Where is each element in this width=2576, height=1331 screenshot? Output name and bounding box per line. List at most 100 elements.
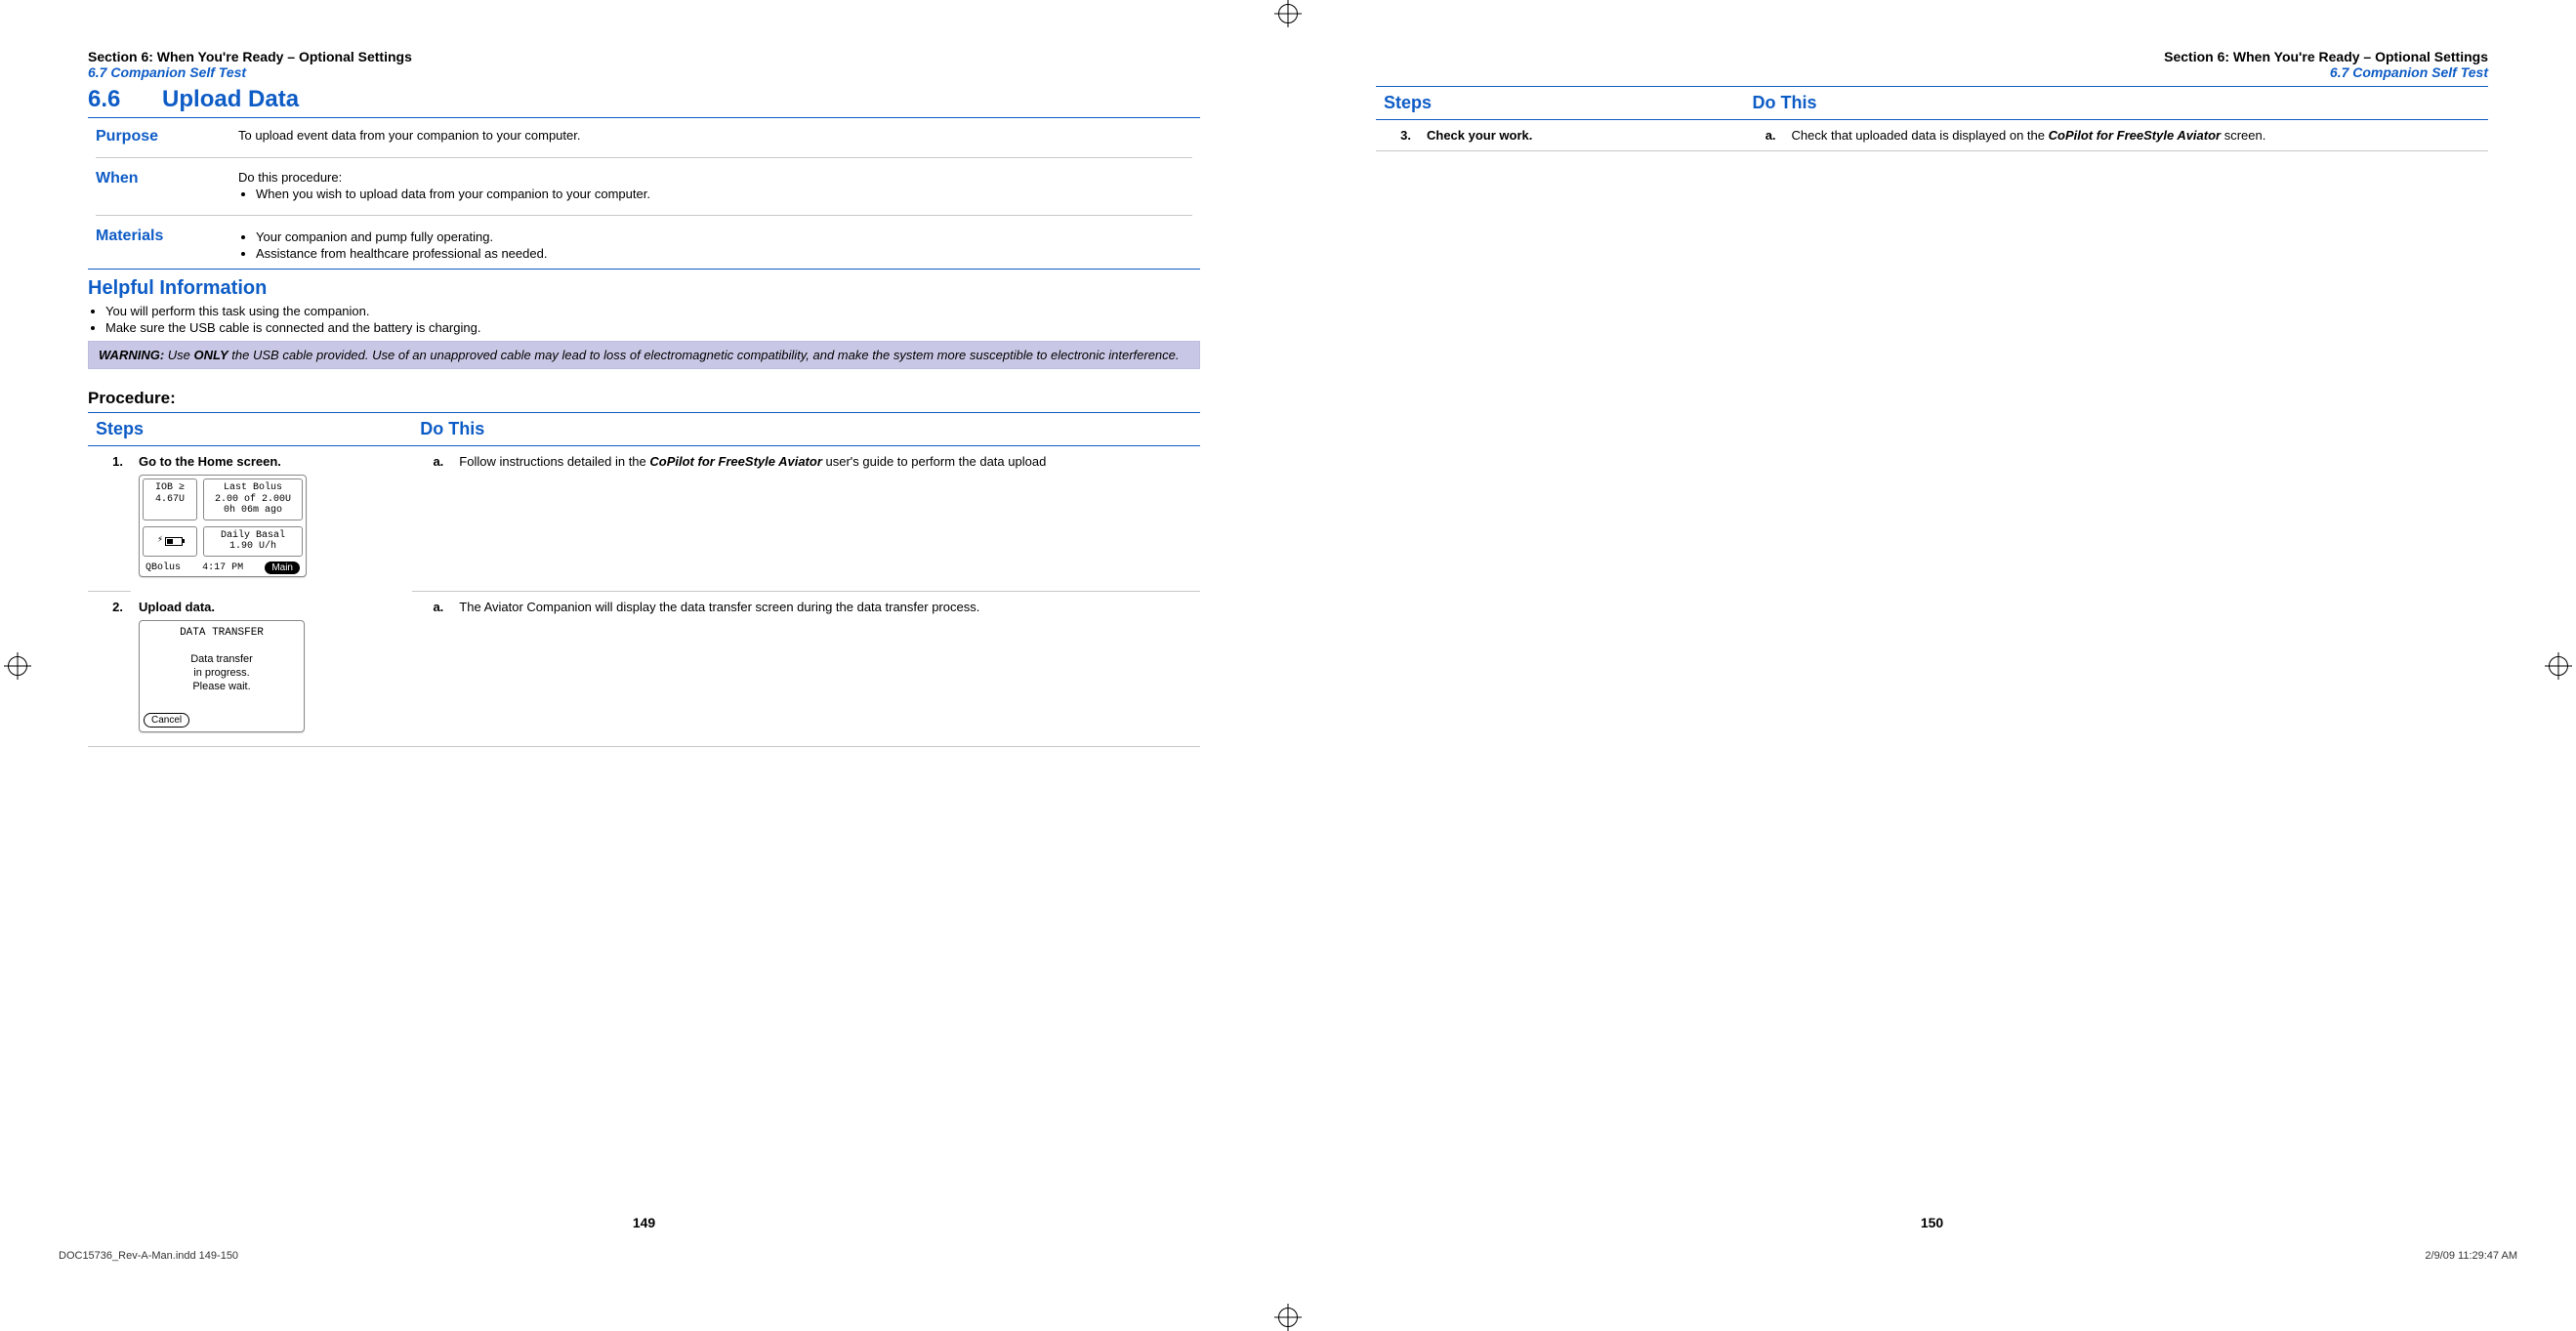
slug-line-left: DOC15736_Rev-A-Man.indd 149-150 bbox=[59, 1250, 1171, 1262]
battery-cell: ⚡ bbox=[143, 526, 197, 557]
running-header-left: Section 6: When You're Ready – Optional … bbox=[88, 49, 1200, 80]
substep-text: Follow instructions detailed in the CoPi… bbox=[451, 446, 1200, 592]
basal-label: Daily Basal bbox=[208, 530, 298, 542]
warning-text-post: the USB cable provided. Use of an unappr… bbox=[229, 348, 1180, 362]
table-row: 1. Go to the Home screen. IOB ≥ 4.67U La… bbox=[88, 446, 1200, 592]
page-spread: Section 6: When You're Ready – Optional … bbox=[0, 0, 2576, 1269]
line: in progress. bbox=[144, 666, 300, 680]
materials-cell: Your companion and pump fully operating.… bbox=[230, 224, 1200, 267]
when-label: When bbox=[88, 166, 230, 207]
table-row: 3. Check your work. a. Check that upload… bbox=[1376, 120, 2488, 151]
rule bbox=[88, 117, 1200, 118]
step-title: Upload data. bbox=[139, 600, 404, 614]
helpful-bullet: You will perform this task using the com… bbox=[105, 304, 1200, 318]
iob-label: IOB ≥ bbox=[147, 482, 192, 494]
steps-table-right: Steps Do This 3. Check your work. a. Che… bbox=[1376, 86, 2488, 151]
screen-title: DATA TRANSFER bbox=[144, 627, 300, 639]
subsection-line: 6.7 Companion Self Test bbox=[88, 64, 1200, 80]
helpful-info-list: You will perform this task using the com… bbox=[88, 304, 1200, 335]
warning-label: WARNING: bbox=[99, 348, 164, 362]
line: Data transfer bbox=[144, 652, 300, 666]
page-150: Section 6: When You're Ready – Optional … bbox=[1288, 0, 2576, 1269]
purpose-label: Purpose bbox=[88, 124, 230, 149]
helpful-info-heading: Helpful Information bbox=[88, 277, 1200, 300]
title-number: 6.6 bbox=[88, 86, 120, 112]
device-home-screen: IOB ≥ 4.67U Last Bolus 2.00 of 2.00U 0h … bbox=[139, 475, 307, 577]
when-intro: Do this procedure: bbox=[238, 170, 1192, 185]
screen-body: Data transfer in progress. Please wait. bbox=[144, 652, 300, 694]
lastbolus-label: Last Bolus bbox=[208, 482, 298, 494]
steps-header-dothis: Do This bbox=[1745, 87, 2488, 120]
time-label: 4:17 PM bbox=[202, 562, 243, 573]
lastbolus-line2: 0h 06m ago bbox=[208, 505, 298, 517]
purpose-text: To upload event data from your companion… bbox=[230, 124, 1200, 149]
warning-only: ONLY bbox=[194, 348, 229, 362]
cancel-pill: Cancel bbox=[144, 713, 189, 728]
info-table: Purpose To upload event data from your c… bbox=[88, 124, 1200, 267]
when-bullet: When you wish to upload data from your c… bbox=[256, 187, 1192, 201]
section-line: Section 6: When You're Ready – Optional … bbox=[1376, 49, 2488, 64]
steps-header-steps: Steps bbox=[88, 413, 412, 446]
step-number: 2. bbox=[88, 591, 131, 746]
title-text: Upload Data bbox=[162, 86, 299, 112]
page-149: Section 6: When You're Ready – Optional … bbox=[0, 0, 1288, 1269]
step-number: 1. bbox=[88, 446, 131, 592]
materials-label: Materials bbox=[88, 224, 230, 267]
text-run: Follow instructions detailed in the bbox=[459, 454, 649, 469]
substep-text: The Aviator Companion will display the d… bbox=[451, 591, 1200, 746]
rule bbox=[96, 157, 1192, 158]
steps-table-left: Steps Do This 1. Go to the Home screen. … bbox=[88, 412, 1200, 747]
step-cell: Upload data. DATA TRANSFER Data transfer… bbox=[131, 591, 412, 746]
slug-line-right: 2/9/09 11:29:47 AM bbox=[1405, 1250, 2517, 1262]
rule bbox=[96, 215, 1192, 216]
step-title: Check your work. bbox=[1427, 128, 1737, 143]
lastbolus-cell: Last Bolus 2.00 of 2.00U 0h 06m ago bbox=[203, 478, 303, 520]
registration-mark-bottom bbox=[1278, 1308, 1298, 1327]
iob-value: 4.67U bbox=[147, 494, 192, 506]
running-header-right: Section 6: When You're Ready – Optional … bbox=[1376, 49, 2488, 80]
text-run: user's guide to perform the data upload bbox=[822, 454, 1046, 469]
text-run: screen. bbox=[2221, 128, 2265, 143]
substep-letter: a. bbox=[412, 591, 451, 746]
step-cell: Go to the Home screen. IOB ≥ 4.67U Last … bbox=[131, 446, 412, 592]
statusbar: QBolus 4:17 PM Main bbox=[140, 560, 306, 576]
when-cell: Do this procedure: When you wish to uplo… bbox=[230, 166, 1200, 207]
battery-icon bbox=[165, 537, 183, 546]
plug-icon: ⚡ bbox=[157, 535, 163, 547]
materials-bullet: Your companion and pump fully operating. bbox=[256, 229, 1192, 244]
page-title: 6.6 Upload Data bbox=[88, 86, 1200, 113]
step-title: Go to the Home screen. bbox=[139, 454, 404, 469]
iob-cell: IOB ≥ 4.67U bbox=[143, 478, 197, 520]
basal-cell: Daily Basal 1.90 U/h bbox=[203, 526, 303, 557]
when-list: When you wish to upload data from your c… bbox=[238, 187, 1192, 201]
rule bbox=[88, 269, 1200, 270]
substep-letter: a. bbox=[1745, 120, 1784, 151]
materials-bullet: Assistance from healthcare professional … bbox=[256, 246, 1192, 261]
steps-header-dothis: Do This bbox=[412, 413, 1200, 446]
section-line: Section 6: When You're Ready – Optional … bbox=[88, 49, 1200, 64]
lastbolus-line1: 2.00 of 2.00U bbox=[208, 494, 298, 506]
page-number: 149 bbox=[633, 1215, 655, 1230]
text-run: Check that uploaded data is displayed on… bbox=[1792, 128, 2049, 143]
helpful-bullet: Make sure the USB cable is connected and… bbox=[105, 320, 1200, 335]
subsection-line: 6.7 Companion Self Test bbox=[1376, 64, 2488, 80]
table-row: 2. Upload data. DATA TRANSFER Data trans… bbox=[88, 591, 1200, 746]
step-cell: Check your work. bbox=[1419, 120, 1745, 151]
warning-box: WARNING: Use ONLY the USB cable provided… bbox=[88, 341, 1200, 369]
substep-letter: a. bbox=[412, 446, 451, 592]
qbolus-label: QBolus bbox=[145, 562, 181, 573]
step-number: 3. bbox=[1376, 120, 1419, 151]
procedure-heading: Procedure: bbox=[88, 389, 1200, 408]
line: Please wait. bbox=[144, 680, 300, 693]
device-transfer-screen: DATA TRANSFER Data transfer in progress.… bbox=[139, 620, 305, 732]
slug-file: DOC15736_Rev-A-Man.indd 149-150 bbox=[59, 1250, 238, 1262]
page-number: 150 bbox=[1921, 1215, 1943, 1230]
main-pill: Main bbox=[265, 562, 300, 574]
warning-text-pre: Use bbox=[168, 348, 194, 362]
substep-text: Check that uploaded data is displayed on… bbox=[1784, 120, 2488, 151]
emphasis: CoPilot for FreeStyle Aviator bbox=[649, 454, 822, 469]
materials-list: Your companion and pump fully operating.… bbox=[238, 229, 1192, 261]
basal-value: 1.90 U/h bbox=[208, 541, 298, 553]
slug-date: 2/9/09 11:29:47 AM bbox=[2425, 1250, 2517, 1262]
steps-header-steps: Steps bbox=[1376, 87, 1745, 120]
